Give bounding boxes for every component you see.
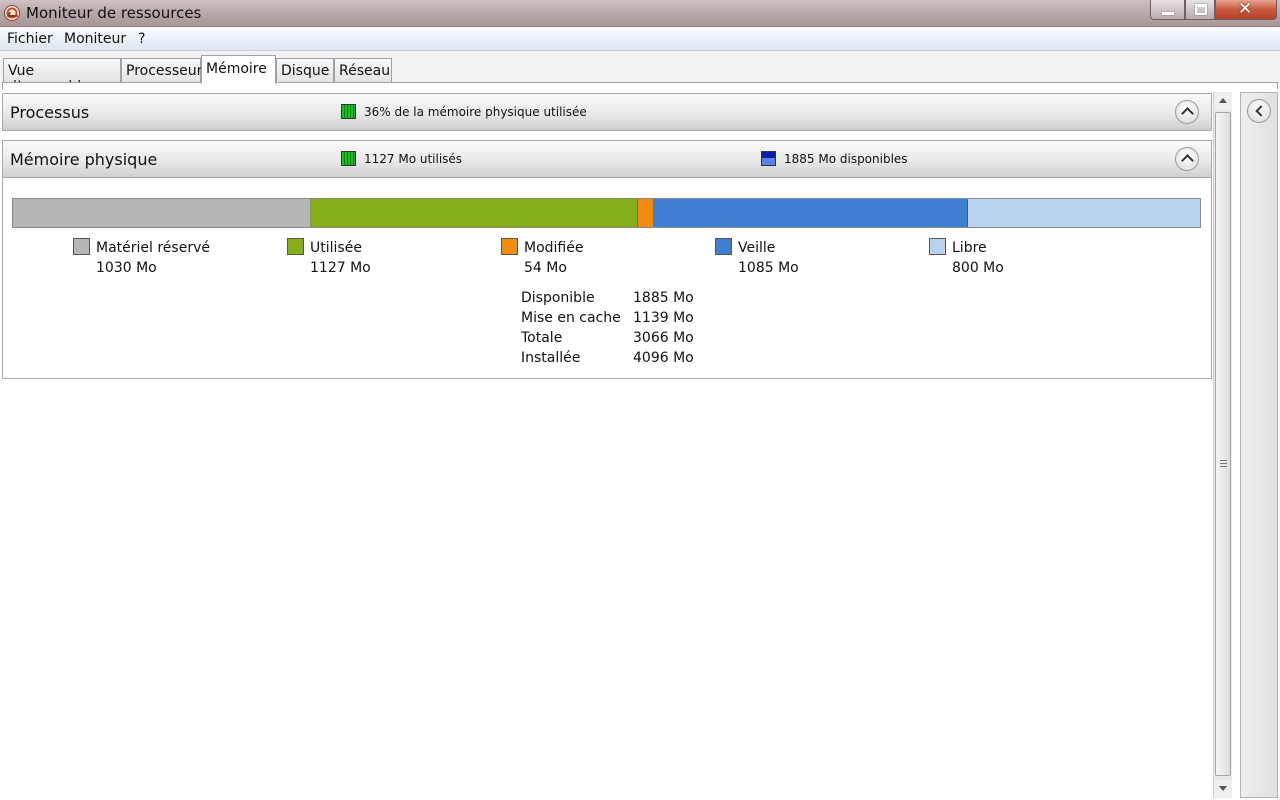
memoire-physique-collapse-button[interactable] <box>1175 147 1199 171</box>
bar-segment-modified <box>638 199 654 227</box>
memory-usage-bar <box>12 198 1201 228</box>
legend-value-used: 1127 Mo <box>310 260 371 276</box>
title-bar: Moniteur de ressources ✕ <box>0 0 1280 27</box>
tab-page-border <box>2 82 1278 89</box>
tab-overview[interactable]: Vue d’ensemble <box>3 58 121 95</box>
minimize-icon <box>1162 12 1174 15</box>
used-memory-indicator-icon <box>341 151 356 166</box>
legend-swatch-modified <box>501 238 518 255</box>
memoire-physique-title: Mémoire physique <box>10 150 158 169</box>
stat-label-available: Disponible <box>521 290 595 306</box>
legend-swatch-standby <box>715 238 732 255</box>
menu-bar: Fichier Moniteur ? <box>0 27 1280 51</box>
available-memory-info: 1885 Mo disponibles <box>784 152 908 166</box>
menu-help[interactable]: ? <box>138 31 145 47</box>
show-side-pane-button[interactable] <box>1247 99 1271 123</box>
processus-collapse-button[interactable] <box>1175 100 1199 124</box>
arrow-up-icon <box>1219 98 1227 103</box>
stat-label-installed: Installée <box>521 350 581 366</box>
maximize-icon <box>1195 4 1207 15</box>
stat-value-installed: 4096 Mo <box>633 350 694 366</box>
bar-segment-used <box>311 199 639 227</box>
menu-fichier[interactable]: Fichier <box>7 31 53 47</box>
tab-network[interactable]: Réseau <box>334 58 392 83</box>
close-icon: ✕ <box>1238 0 1253 19</box>
memory-usage-indicator-icon <box>341 104 356 119</box>
used-memory-info: 1127 Mo utilisés <box>364 152 463 166</box>
legend-value-modified: 54 Mo <box>524 260 567 276</box>
memoire-physique-header[interactable]: Mémoire physique 1127 Mo utilisés 1885 M… <box>2 140 1212 178</box>
maximize-button[interactable] <box>1185 0 1215 20</box>
window-title: Moniteur de ressources <box>26 4 202 22</box>
processus-header[interactable]: Processus 36% de la mémoire physique uti… <box>2 93 1212 131</box>
legend-label-standby: Veille <box>738 240 776 256</box>
scroll-down-button[interactable] <box>1214 780 1232 797</box>
processus-title: Processus <box>10 103 90 122</box>
legend-value-free: 800 Mo <box>952 260 1004 276</box>
legend-label-modified: Modifiée <box>524 240 584 256</box>
menu-moniteur[interactable]: Moniteur <box>64 31 126 47</box>
legend-label-free: Libre <box>952 240 987 256</box>
side-pane <box>1240 92 1278 798</box>
close-button[interactable]: ✕ <box>1215 0 1277 20</box>
scroll-up-button[interactable] <box>1214 92 1232 109</box>
available-memory-indicator-icon <box>761 151 776 166</box>
processus-memory-info: 36% de la mémoire physique utilisée <box>364 105 587 119</box>
legend-value-reserved: 1030 Mo <box>96 260 157 276</box>
legend-label-reserved: Matériel réservé <box>96 240 210 256</box>
vertical-scrollbar[interactable] <box>1213 92 1232 798</box>
stat-label-cached: Mise en cache <box>521 310 621 326</box>
bar-segment-free <box>968 199 1200 227</box>
arrow-down-icon <box>1219 786 1227 791</box>
scroll-thumb[interactable] <box>1215 112 1231 776</box>
tab-processor[interactable]: Processeur <box>121 58 202 83</box>
tab-strip: Vue d’ensemble Processeur Mémoire Disque… <box>0 51 1280 95</box>
legend-swatch-free <box>929 238 946 255</box>
chevron-up-icon <box>1181 107 1194 120</box>
stat-value-total: 3066 Mo <box>633 330 694 346</box>
resource-monitor-icon <box>4 5 20 21</box>
chevron-up-icon <box>1181 154 1194 167</box>
stat-value-cached: 1139 Mo <box>633 310 694 326</box>
minimize-button[interactable] <box>1150 0 1185 20</box>
stat-value-available: 1885 Mo <box>633 290 694 306</box>
bar-segment-reserved <box>13 199 312 227</box>
tab-disk[interactable]: Disque <box>276 58 334 83</box>
grip-icon <box>1220 460 1227 467</box>
bar-segment-standby <box>653 199 969 227</box>
legend-label-used: Utilisée <box>310 240 362 256</box>
legend-swatch-used <box>287 238 304 255</box>
stat-label-total: Totale <box>521 330 563 346</box>
legend-value-standby: 1085 Mo <box>738 260 799 276</box>
legend-swatch-reserved <box>73 238 90 255</box>
tab-memory[interactable]: Mémoire <box>201 55 276 84</box>
chevron-left-icon <box>1255 105 1267 117</box>
